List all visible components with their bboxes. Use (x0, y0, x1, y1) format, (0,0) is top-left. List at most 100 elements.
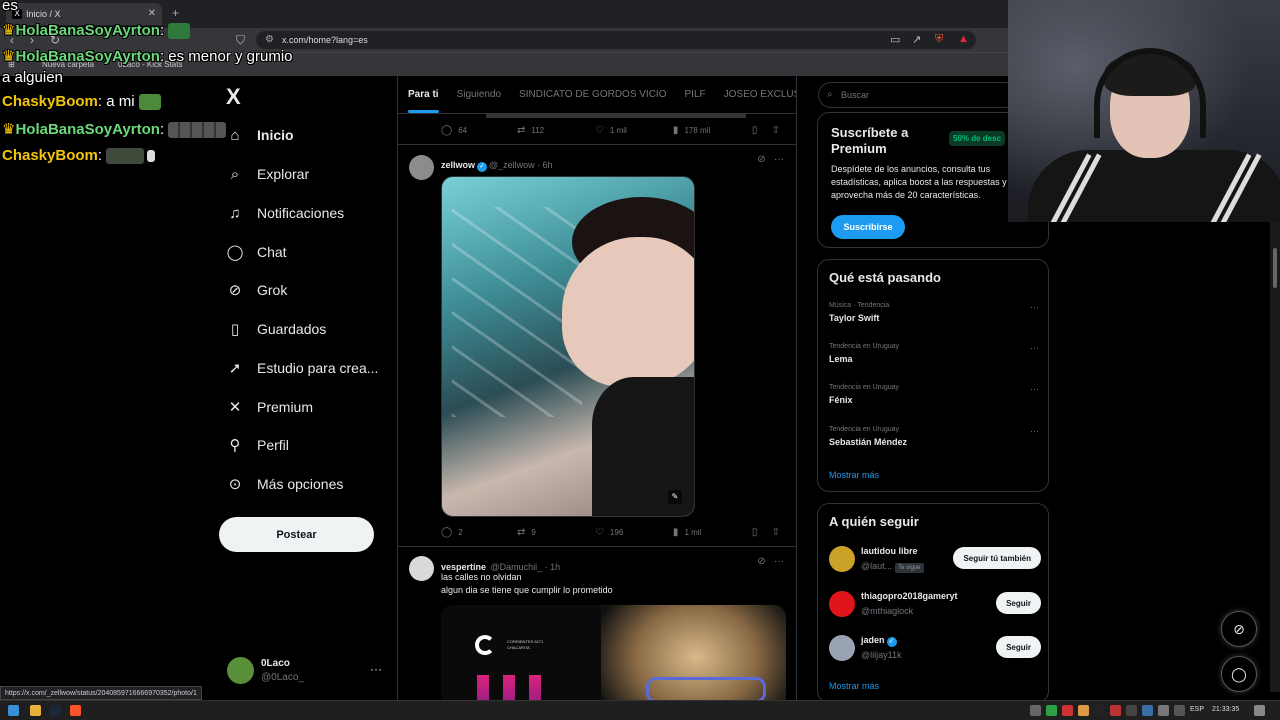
avatar[interactable] (409, 556, 434, 581)
brave-rewards-icon[interactable]: ▲ (958, 33, 969, 45)
more-icon[interactable]: ··· (1030, 343, 1039, 353)
more-icon[interactable]: ··· (1030, 426, 1039, 436)
bookmark-button[interactable]: ▯ (752, 125, 772, 136)
avatar[interactable] (227, 657, 254, 684)
views-button[interactable]: ▮ 178 mil (673, 125, 752, 136)
follow-suggestion[interactable]: thiagopro2018gameryt @mthiaglock Seguir (829, 589, 1041, 623)
discount-badge: 50% de desc (949, 131, 1006, 146)
views-button[interactable]: ▮ 1 mil (673, 527, 752, 538)
repost-button[interactable]: ⇄ 9 (517, 527, 595, 538)
reply-button[interactable]: ◯ 64 (441, 125, 517, 136)
tray-icon[interactable] (1142, 705, 1153, 716)
trend-item[interactable]: Música · Tendencia Taylor Swift ··· (829, 302, 1039, 323)
bookmark-page-icon[interactable]: ⛉ (236, 33, 245, 48)
follow-suggestion[interactable]: jaden ✓ @liljay11k Seguir (829, 633, 1041, 667)
tray-icon[interactable] (1126, 705, 1137, 716)
author-handle[interactable]: @_zellwow (489, 160, 535, 170)
follow-button[interactable]: Seguir (996, 636, 1041, 658)
avatar[interactable] (409, 155, 434, 180)
tab-sindicato[interactable]: SINDICATO DE GORDOS VICIO (519, 89, 666, 100)
nav-item-guardados[interactable]: ▯ Guardados (226, 314, 326, 344)
reply-button[interactable]: ◯ 2 (441, 527, 517, 538)
subscribe-button[interactable]: Suscribirse (831, 215, 905, 239)
tab-pilf[interactable]: PILF (685, 89, 706, 100)
nav-item-explorar[interactable]: ⌕ Explorar (226, 159, 309, 189)
previous-post-image[interactable] (486, 114, 746, 118)
tab-joseo[interactable]: JOSEO EXCLUSI (724, 89, 796, 100)
more-icon[interactable]: ··· (774, 154, 784, 165)
grok-icon[interactable]: ⊘ (757, 556, 765, 567)
new-tab-icon[interactable]: + (172, 6, 179, 20)
image-caption: CORRIENTES 6271 CHACARITA (507, 639, 543, 651)
nav-item-perfil[interactable]: ⚲ Perfil (226, 430, 289, 460)
nav-item-inicio[interactable]: ⌂ Inicio (226, 120, 293, 150)
nav-item-estudio[interactable]: ➚ Estudio para crea... (226, 353, 379, 383)
explorer-icon[interactable] (30, 705, 41, 716)
tab-siguiendo[interactable]: Siguiendo (457, 89, 501, 100)
tray-icon[interactable] (1062, 705, 1073, 716)
clock[interactable]: 21:33:35 (1212, 706, 1239, 713)
nav-item-notificaciones[interactable]: ♫ Notificaciones (226, 198, 344, 228)
share-button[interactable]: ⇧ (772, 125, 786, 136)
nav-item-premium[interactable]: ✕ Premium (226, 392, 313, 422)
cast-icon[interactable]: ▭ (890, 33, 900, 46)
more-icon[interactable]: ··· (1030, 302, 1039, 312)
language-indicator[interactable]: ESP (1190, 706, 1204, 713)
post-button[interactable]: Postear (219, 517, 374, 552)
search-input[interactable]: ⌕ Buscar (818, 82, 1018, 108)
account-name: 0Laco (261, 658, 290, 669)
tray-icon[interactable] (1078, 705, 1089, 716)
brave-icon[interactable] (70, 705, 81, 716)
brave-shield-icon[interactable]: ⛨ (935, 33, 943, 46)
trend-item[interactable]: Tendencia en Uruguay Lema ··· (829, 343, 1039, 364)
grok-icon[interactable]: ⊘ (757, 154, 765, 165)
tray-icon[interactable] (1174, 705, 1185, 716)
scrollbar-thumb[interactable] (1273, 248, 1277, 288)
site-settings-icon[interactable]: ⚙ (265, 34, 274, 45)
notifications-icon[interactable] (1254, 705, 1265, 716)
brand-logo (475, 635, 495, 655)
share-button[interactable]: ⇧ (772, 527, 786, 538)
tray-icon[interactable] (1158, 705, 1169, 716)
start-icon[interactable] (8, 705, 19, 716)
trend-item[interactable]: Tendencia en Uruguay Fénix ··· (829, 384, 1039, 405)
steam-icon[interactable] (50, 705, 61, 716)
tab-para-ti[interactable]: Para ti (408, 89, 439, 113)
tray-icon[interactable] (1094, 705, 1105, 716)
grok-float-button[interactable]: ⊘ (1221, 611, 1257, 647)
avatar[interactable] (829, 635, 855, 661)
avatar[interactable] (829, 591, 855, 617)
more-icon[interactable]: ··· (774, 556, 784, 567)
post-time[interactable]: 6h (543, 160, 553, 170)
more-icon[interactable]: ··· (1030, 384, 1039, 394)
page-scrollbar[interactable] (1270, 222, 1280, 692)
nav-item-chat[interactable]: ◯ Chat (226, 237, 287, 267)
chat-username: ChaskyBoom (2, 93, 98, 110)
nav-item-mas-opciones[interactable]: ⊙ Más opciones (226, 469, 344, 499)
like-button[interactable]: ♡ 196 (595, 527, 673, 538)
bookmark-button[interactable]: ▯ (752, 527, 772, 538)
trend-context: Tendencia en Uruguay (829, 343, 900, 350)
show-more-link[interactable]: Mostrar más (829, 681, 879, 691)
messages-float-button[interactable]: ◯ (1221, 656, 1257, 692)
like-button[interactable]: ♡ 1 mil (595, 125, 673, 136)
post-photo[interactable]: ✎ (441, 176, 695, 517)
nav-item-grok[interactable]: ⊘ Grok (226, 275, 288, 305)
close-tab-icon[interactable]: ✕ (148, 8, 156, 19)
show-more-link[interactable]: Mostrar más (829, 470, 879, 480)
image-edit-icon[interactable]: ✎ (668, 490, 682, 504)
tray-icon[interactable] (1110, 705, 1121, 716)
follow-back-button[interactable]: Seguir tú también (953, 547, 1041, 569)
address-bar[interactable]: ⚙ x.com/home?lang=es (256, 31, 976, 49)
avatar[interactable] (829, 546, 855, 572)
follow-button[interactable]: Seguir (996, 592, 1041, 614)
repost-button[interactable]: ⇄ 112 (517, 125, 595, 136)
x-logo[interactable]: X (226, 84, 241, 110)
trend-item[interactable]: Tendencia en Uruguay Sebastián Méndez ··… (829, 426, 1039, 447)
tray-icon[interactable] (1046, 705, 1057, 716)
author-name[interactable]: zellwow (441, 160, 475, 170)
follow-suggestion[interactable]: lautidou libre @laut... Te sigue Seguir t… (829, 544, 1041, 578)
account-more-icon[interactable]: ··· (370, 662, 382, 676)
share-icon[interactable]: ↗ (912, 33, 921, 46)
tray-icon[interactable] (1030, 705, 1041, 716)
